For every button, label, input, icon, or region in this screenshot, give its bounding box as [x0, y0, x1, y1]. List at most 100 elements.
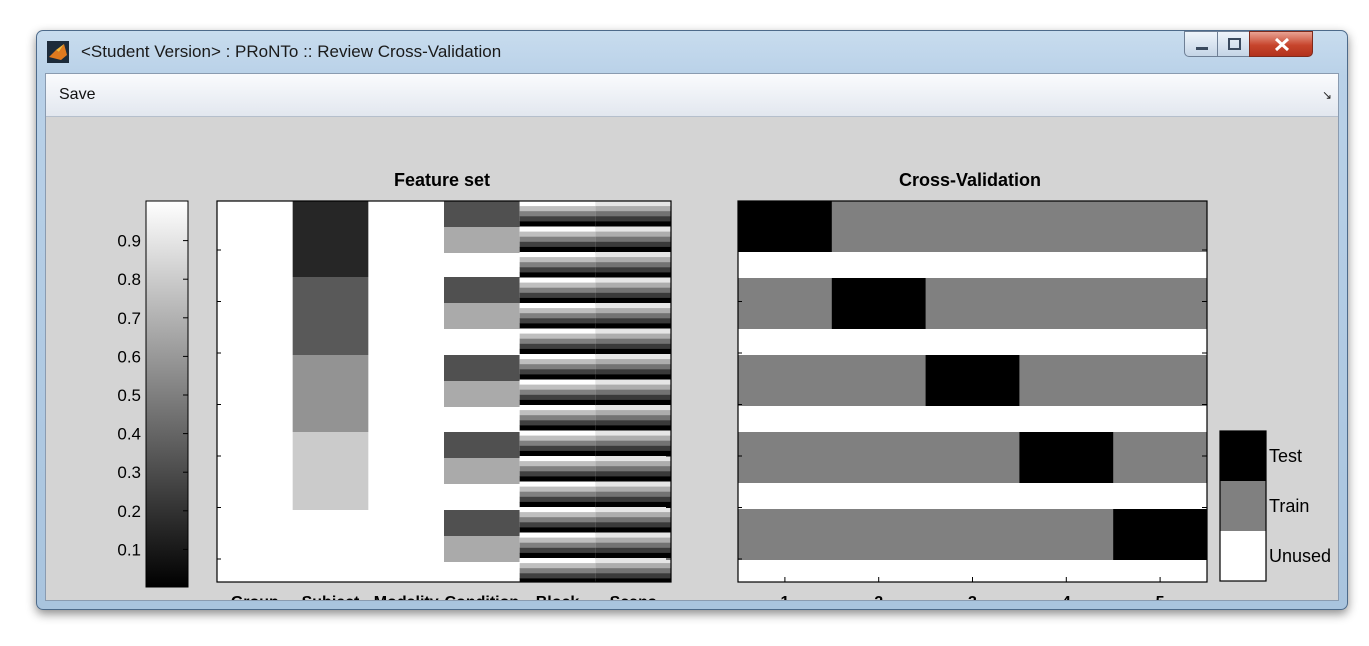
block-scan-cell — [595, 369, 671, 375]
block-scan-cell — [595, 496, 671, 503]
block-scan-cell — [595, 405, 671, 411]
feature-set-column-label: Scans — [610, 594, 657, 600]
block-scan-cell — [595, 415, 671, 421]
block-scan-cell — [595, 216, 671, 222]
feature-set-column-label: Modality — [374, 594, 439, 600]
cv-train-cell — [925, 432, 1020, 483]
block-scan-cell — [519, 262, 596, 268]
block-scan-cell — [595, 252, 671, 258]
block-scan-cell — [519, 328, 596, 334]
block-scan-cell — [595, 338, 671, 345]
colorbar: 0.9 0.8 0.7 0.6 0.5 0.4 0.3 0.2 0.1 — [117, 200, 189, 588]
block-scan-cell — [519, 333, 596, 340]
condition-cell — [444, 536, 520, 562]
block-scan-cell — [595, 507, 671, 513]
block-scan-cell — [595, 466, 671, 472]
maximize-button[interactable] — [1217, 31, 1250, 57]
minimize-icon — [1196, 47, 1208, 50]
block-scan-cell — [595, 313, 671, 319]
block-scan-cell — [595, 282, 671, 289]
block-scan-cell — [595, 287, 671, 294]
colorbar-tick-label: 0.9 — [117, 232, 141, 251]
block-scan-cell — [519, 267, 596, 273]
block-scan-cell — [519, 369, 596, 375]
block-scan-cell — [519, 466, 596, 472]
block-scan-cell — [519, 201, 596, 207]
block-scan-cell — [595, 542, 671, 549]
cross-validation-fold-labels: 1 2 3 4 5 — [780, 594, 1164, 600]
cv-fold-label: 1 — [780, 594, 789, 600]
block-scan-cell — [595, 501, 671, 508]
close-button[interactable] — [1249, 31, 1313, 57]
block-scan-cell — [519, 236, 596, 243]
cv-train-cell — [925, 278, 1020, 329]
cv-train-cell — [831, 355, 927, 406]
block-scan-cell — [595, 517, 671, 523]
block-scan-cell — [595, 348, 671, 355]
condition-cell — [444, 277, 520, 303]
block-scan-cell — [519, 297, 596, 304]
block-scan-cell — [519, 450, 596, 457]
colorbar-tick-label: 0.1 — [117, 540, 141, 559]
block-scan-cell — [519, 435, 596, 442]
block-scan-cell — [595, 221, 671, 227]
cv-train-cell — [738, 278, 833, 329]
block-scan-cell — [519, 354, 596, 360]
block-scan-cell — [519, 440, 596, 447]
block-scan-cell — [519, 384, 596, 391]
block-scan-cell — [595, 262, 671, 268]
block-scan-cell — [519, 461, 596, 467]
block-scan-cell — [595, 532, 671, 538]
feature-set-title: Feature set — [394, 170, 490, 190]
minimize-button[interactable] — [1184, 31, 1218, 57]
block-scan-cell — [519, 252, 596, 258]
block-scan-cell — [519, 292, 596, 299]
title-bar[interactable]: <Student Version> : PRoNTo :: Review Cro… — [37, 31, 1347, 73]
condition-cell — [444, 303, 520, 329]
block-scan-cell — [519, 241, 596, 248]
block-scan-cell — [595, 537, 671, 544]
block-scan-cell — [519, 287, 596, 294]
block-scan-cell — [595, 558, 671, 564]
cv-train-cell — [1019, 509, 1114, 560]
cv-train-cell — [1113, 355, 1208, 406]
block-scan-cell — [519, 456, 596, 462]
block-scan-cell — [519, 405, 596, 411]
block-scan-cell — [595, 389, 671, 396]
block-scan-cell — [595, 328, 671, 334]
block-scan-cell — [519, 486, 596, 493]
cv-fold-label: 3 — [968, 594, 977, 600]
figure-area: Save ↘ 0.9 0.8 0.7 0.6 0.5 0.4 0.3 0.2 0.1 Featu… — [45, 73, 1339, 601]
block-scan-cell — [595, 547, 671, 554]
cv-train-cell — [1019, 201, 1114, 252]
block-scan-cell — [595, 450, 671, 457]
feature-set-column-label: Subject — [302, 594, 360, 600]
block-scan-cell — [519, 552, 596, 559]
block-scan-cell — [595, 491, 671, 498]
block-scan-cell — [595, 308, 671, 314]
block-scan-cell — [595, 481, 671, 487]
cv-test-cell — [925, 355, 1020, 406]
block-scan-cell — [519, 221, 596, 227]
block-scan-cell — [519, 532, 596, 538]
block-scan-cell — [519, 537, 596, 544]
block-scan-cell — [519, 410, 596, 416]
block-scan-cell — [595, 297, 671, 304]
block-scan-cell — [595, 456, 671, 462]
block-scan-cell — [519, 527, 596, 533]
plot-canvas: 0.90.80.70.60.50.40.30.20.1 Feature set … — [117, 170, 1331, 600]
block-scan-cell — [519, 501, 596, 508]
block-scan-cell — [595, 379, 671, 385]
block-scan-cell — [519, 491, 596, 498]
block-scan-cell — [595, 471, 671, 477]
block-scan-cell — [519, 430, 596, 436]
block-scan-cell — [519, 481, 596, 487]
block-scan-cell — [519, 303, 596, 309]
window-title: <Student Version> : PRoNTo :: Review Cro… — [81, 42, 502, 61]
block-scan-cell — [519, 476, 596, 482]
cv-train-cell — [1113, 278, 1208, 329]
subject-cell — [292, 277, 369, 355]
condition-cell — [444, 432, 520, 458]
feature-set-column-label: Block — [536, 594, 580, 600]
application-window: <Student Version> : PRoNTo :: Review Cro… — [36, 30, 1348, 610]
